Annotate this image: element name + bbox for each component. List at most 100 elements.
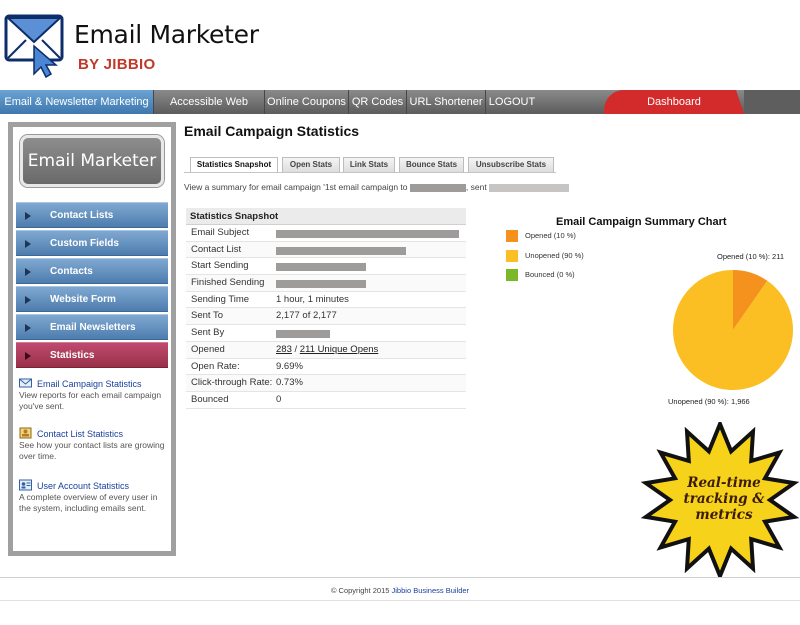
sub-item-description: A complete overview of every user in the… <box>19 492 158 513</box>
redacted-value <box>276 280 366 289</box>
legend-swatch <box>506 250 518 263</box>
tab-link-stats[interactable]: Link Stats <box>343 157 395 173</box>
opened-count-link[interactable]: 283 <box>276 344 292 355</box>
sidebar-item-label: Contacts <box>50 266 93 277</box>
row-label: Click-through Rate: <box>191 377 273 389</box>
promo-line: Real-time <box>687 475 761 491</box>
sidebar-item-statistics[interactable]: Statistics <box>16 342 168 368</box>
row-value: 283 / 211 Unique Opens <box>276 342 378 358</box>
row-value: 0.73% <box>276 377 303 389</box>
row-label: Sent By <box>191 327 225 339</box>
sidebar-item-label: Custom Fields <box>50 238 119 249</box>
nav-logout[interactable]: LOGOUT <box>486 90 538 114</box>
row-label: Bounced <box>191 393 229 405</box>
sub-item-description: View reports for each email campaign you… <box>19 390 162 411</box>
row-value: 1 hour, 1 minutes <box>276 293 349 305</box>
sidebar-item-email-newsletters[interactable]: Email Newsletters <box>16 314 168 340</box>
summary-sent-label: , sent <box>465 182 487 192</box>
redacted-value <box>276 263 366 272</box>
legend-label: Bounced (0 %) <box>525 270 575 279</box>
nav-url-shortener[interactable]: URL Shortener <box>407 90 486 114</box>
table-row: Sent By <box>186 325 466 342</box>
legend-swatch <box>506 230 518 243</box>
sidebar-item-label: Contact Lists <box>50 210 114 221</box>
sidebar: Email Marketer Contact Lists Custom Fiel… <box>8 122 176 556</box>
page-title: Email Campaign Statistics <box>184 123 360 139</box>
legend-label: Unopened (90 %) <box>525 251 584 260</box>
tabs-divider <box>184 172 556 173</box>
envelope-icon <box>19 378 32 388</box>
contact-list-statistics-link[interactable]: Contact List Statistics <box>19 427 167 439</box>
sidebar-item-label: Website Form <box>50 294 116 305</box>
table-row: Email Subject <box>186 225 466 242</box>
sidebar-item-contacts[interactable]: Contacts <box>16 258 168 284</box>
promo-line: tracking & <box>683 491 765 507</box>
triangle-right-icon <box>25 352 31 360</box>
legend-item-bounced: Bounced (0 %) <box>506 269 575 282</box>
chart-title: Email Campaign Summary Chart <box>556 216 727 228</box>
row-label: Email Subject <box>191 227 250 238</box>
tab-open-stats[interactable]: Open Stats <box>282 157 340 173</box>
table-row: Bounced 0 <box>186 392 466 409</box>
navbar-tail <box>744 90 800 114</box>
contact-list-icon <box>19 427 32 439</box>
redacted-value <box>276 230 459 238</box>
row-label: Sending Time <box>191 293 250 305</box>
table-row: Finished Sending <box>186 275 466 292</box>
footer-divider <box>0 577 800 578</box>
table-row: Sent To 2,177 of 2,177 <box>186 308 466 326</box>
unique-opens-link[interactable]: 211 Unique Opens <box>300 344 379 355</box>
tab-statistics-snapshot[interactable]: Statistics Snapshot <box>190 157 278 173</box>
row-label: Start Sending <box>191 260 249 272</box>
footer-link[interactable]: Jibbio Business Builder <box>392 586 470 595</box>
row-value: 9.69% <box>276 360 303 372</box>
table-row: Opened 283 / 211 Unique Opens <box>186 341 466 359</box>
triangle-right-icon <box>25 268 31 276</box>
promo-line: metrics <box>695 507 753 523</box>
dashboard-button[interactable]: Dashboard <box>604 90 744 114</box>
row-value: 0 <box>276 393 282 405</box>
redacted-recipient <box>409 183 466 192</box>
row-label: Contact List <box>191 243 242 255</box>
triangle-right-icon <box>25 240 31 248</box>
sub-item-description: See how your contact lists are growing o… <box>19 440 165 461</box>
promo-text: Real-time tracking & metrics <box>676 475 772 523</box>
nav-qr-codes[interactable]: QR Codes <box>349 90 407 114</box>
tab-unsubscribe-stats[interactable]: Unsubscribe Stats <box>468 157 554 173</box>
tab-bounce-stats[interactable]: Bounce Stats <box>399 157 464 173</box>
redacted-value <box>276 246 406 255</box>
pie-label-opened: Opened (10 %): 211 <box>717 252 784 261</box>
email-envelope-logo-icon <box>4 14 64 78</box>
triangle-right-icon <box>25 324 31 332</box>
triangle-right-icon <box>25 296 31 304</box>
campaign-summary-text: View a summary for email campaign '1st e… <box>184 182 570 192</box>
table-row: Sending Time 1 hour, 1 minutes <box>186 292 466 309</box>
statistics-snapshot-table: Statistics Snapshot Email Subject Contac… <box>186 208 466 409</box>
email-campaign-statistics-link[interactable]: Email Campaign Statistics <box>19 378 167 389</box>
user-account-statistics-link[interactable]: User Account Statistics <box>19 479 167 491</box>
table-header: Statistics Snapshot <box>186 208 466 225</box>
sidebar-item-website-form[interactable]: Website Form <box>16 286 168 312</box>
table-row: Click-through Rate: 0.73% <box>186 375 466 392</box>
row-label: Open Rate: <box>191 360 240 372</box>
summary-prefix: View a summary for email campaign '1st e… <box>184 182 408 192</box>
nav-email-newsletter-marketing[interactable]: Email & Newsletter Marketing <box>0 90 154 114</box>
footer-divider <box>0 600 800 601</box>
footer: © Copyright 2015 Jibbio Business Builder <box>0 586 800 595</box>
legend-item-opened: Opened (10 %) <box>506 230 576 243</box>
row-label: Finished Sending <box>191 277 265 289</box>
redacted-value <box>276 330 330 339</box>
legend-swatch <box>506 269 518 282</box>
nav-online-coupons[interactable]: Online Coupons <box>265 90 349 114</box>
sidebar-item-custom-fields[interactable]: Custom Fields <box>16 230 168 256</box>
opened-separator: / <box>291 343 300 355</box>
brand-title: Email Marketer <box>74 20 259 49</box>
sidebar-item-contact-lists[interactable]: Contact Lists <box>16 202 168 228</box>
pie-label-unopened: Unopened (90 %): 1,966 <box>668 397 750 406</box>
copyright-text: © Copyright 2015 <box>330 586 390 595</box>
pie-slice-unopened <box>673 270 793 390</box>
nav-accessible-web-forms[interactable]: Accessible Web Forms <box>154 90 265 132</box>
row-label: Opened <box>191 343 225 355</box>
submenu-contact-list-statistics: Contact List Statistics See how your con… <box>19 427 167 462</box>
table-row: Open Rate: 9.69% <box>186 359 466 376</box>
